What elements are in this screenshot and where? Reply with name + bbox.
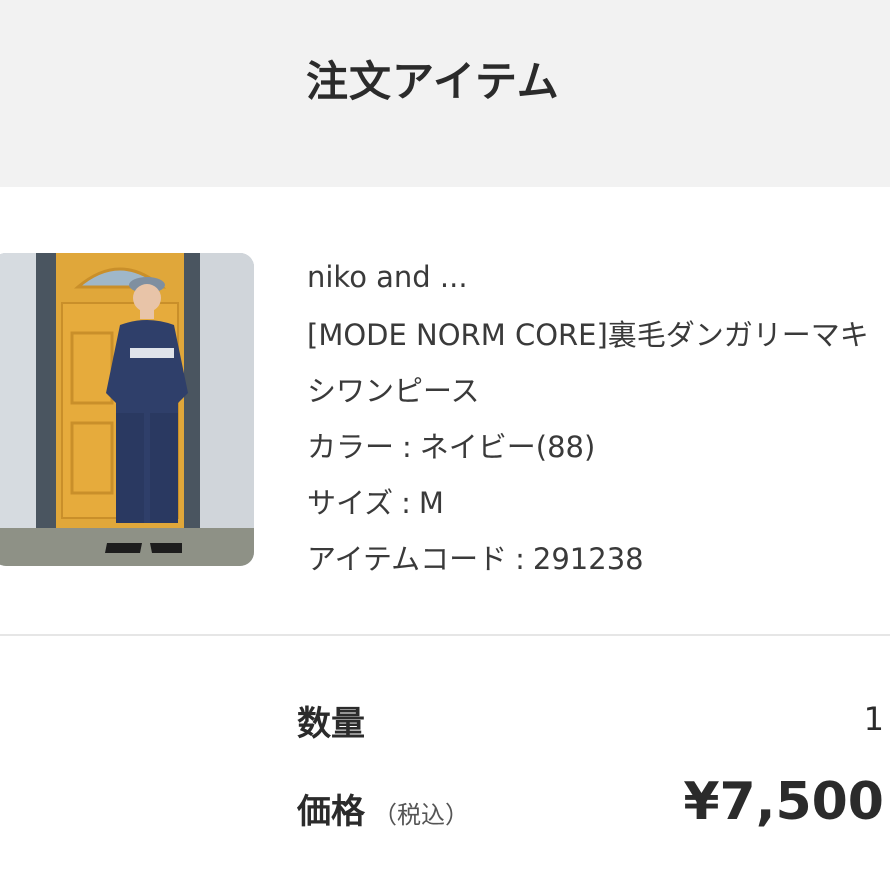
color-separator: : bbox=[402, 430, 412, 464]
color-label: カラー bbox=[307, 430, 395, 464]
quantity-label: 数量 bbox=[297, 704, 365, 744]
size-label: サイズ bbox=[307, 486, 394, 520]
section-header: 注文アイテム bbox=[0, 0, 890, 187]
tax-included-note: （税込） bbox=[373, 801, 469, 829]
order-item-page: 注文アイテム niko and ... [MODE NORM CORE]裏毛ダン… bbox=[0, 0, 890, 890]
quantity-value: 1 bbox=[863, 700, 884, 738]
size-separator: : bbox=[401, 486, 411, 520]
item-name-line2[interactable]: シワンピース bbox=[307, 363, 890, 419]
item-brand: niko and ... bbox=[307, 260, 468, 294]
order-item: niko and ... [MODE NORM CORE]裏毛ダンガリーマキ シ… bbox=[0, 187, 890, 634]
price-label-group: 価格 （税込） bbox=[297, 784, 469, 833]
price-label: 価格 bbox=[297, 792, 365, 832]
order-summary: 数量 1 価格 （税込） ¥7,500 bbox=[0, 636, 890, 890]
product-image[interactable] bbox=[0, 253, 254, 566]
code-value: 291238 bbox=[532, 542, 644, 576]
item-details: niko and ... [MODE NORM CORE]裏毛ダンガリーマキ シ… bbox=[307, 255, 890, 587]
item-color: カラー: ネイビー(88) bbox=[307, 419, 890, 475]
section-title: 注文アイテム bbox=[306, 57, 560, 106]
product-photo bbox=[0, 253, 254, 566]
item-code: アイテムコード:291238 bbox=[307, 531, 890, 587]
size-value: M bbox=[418, 486, 444, 520]
code-separator: : bbox=[515, 542, 525, 576]
item-name-line1[interactable]: [MODE NORM CORE]裏毛ダンガリーマキ bbox=[307, 307, 890, 363]
code-label: アイテムコード bbox=[307, 542, 508, 576]
color-value: ネイビー(88) bbox=[419, 430, 596, 464]
item-size: サイズ: M bbox=[307, 475, 890, 531]
price-value: ¥7,500 bbox=[683, 772, 884, 832]
